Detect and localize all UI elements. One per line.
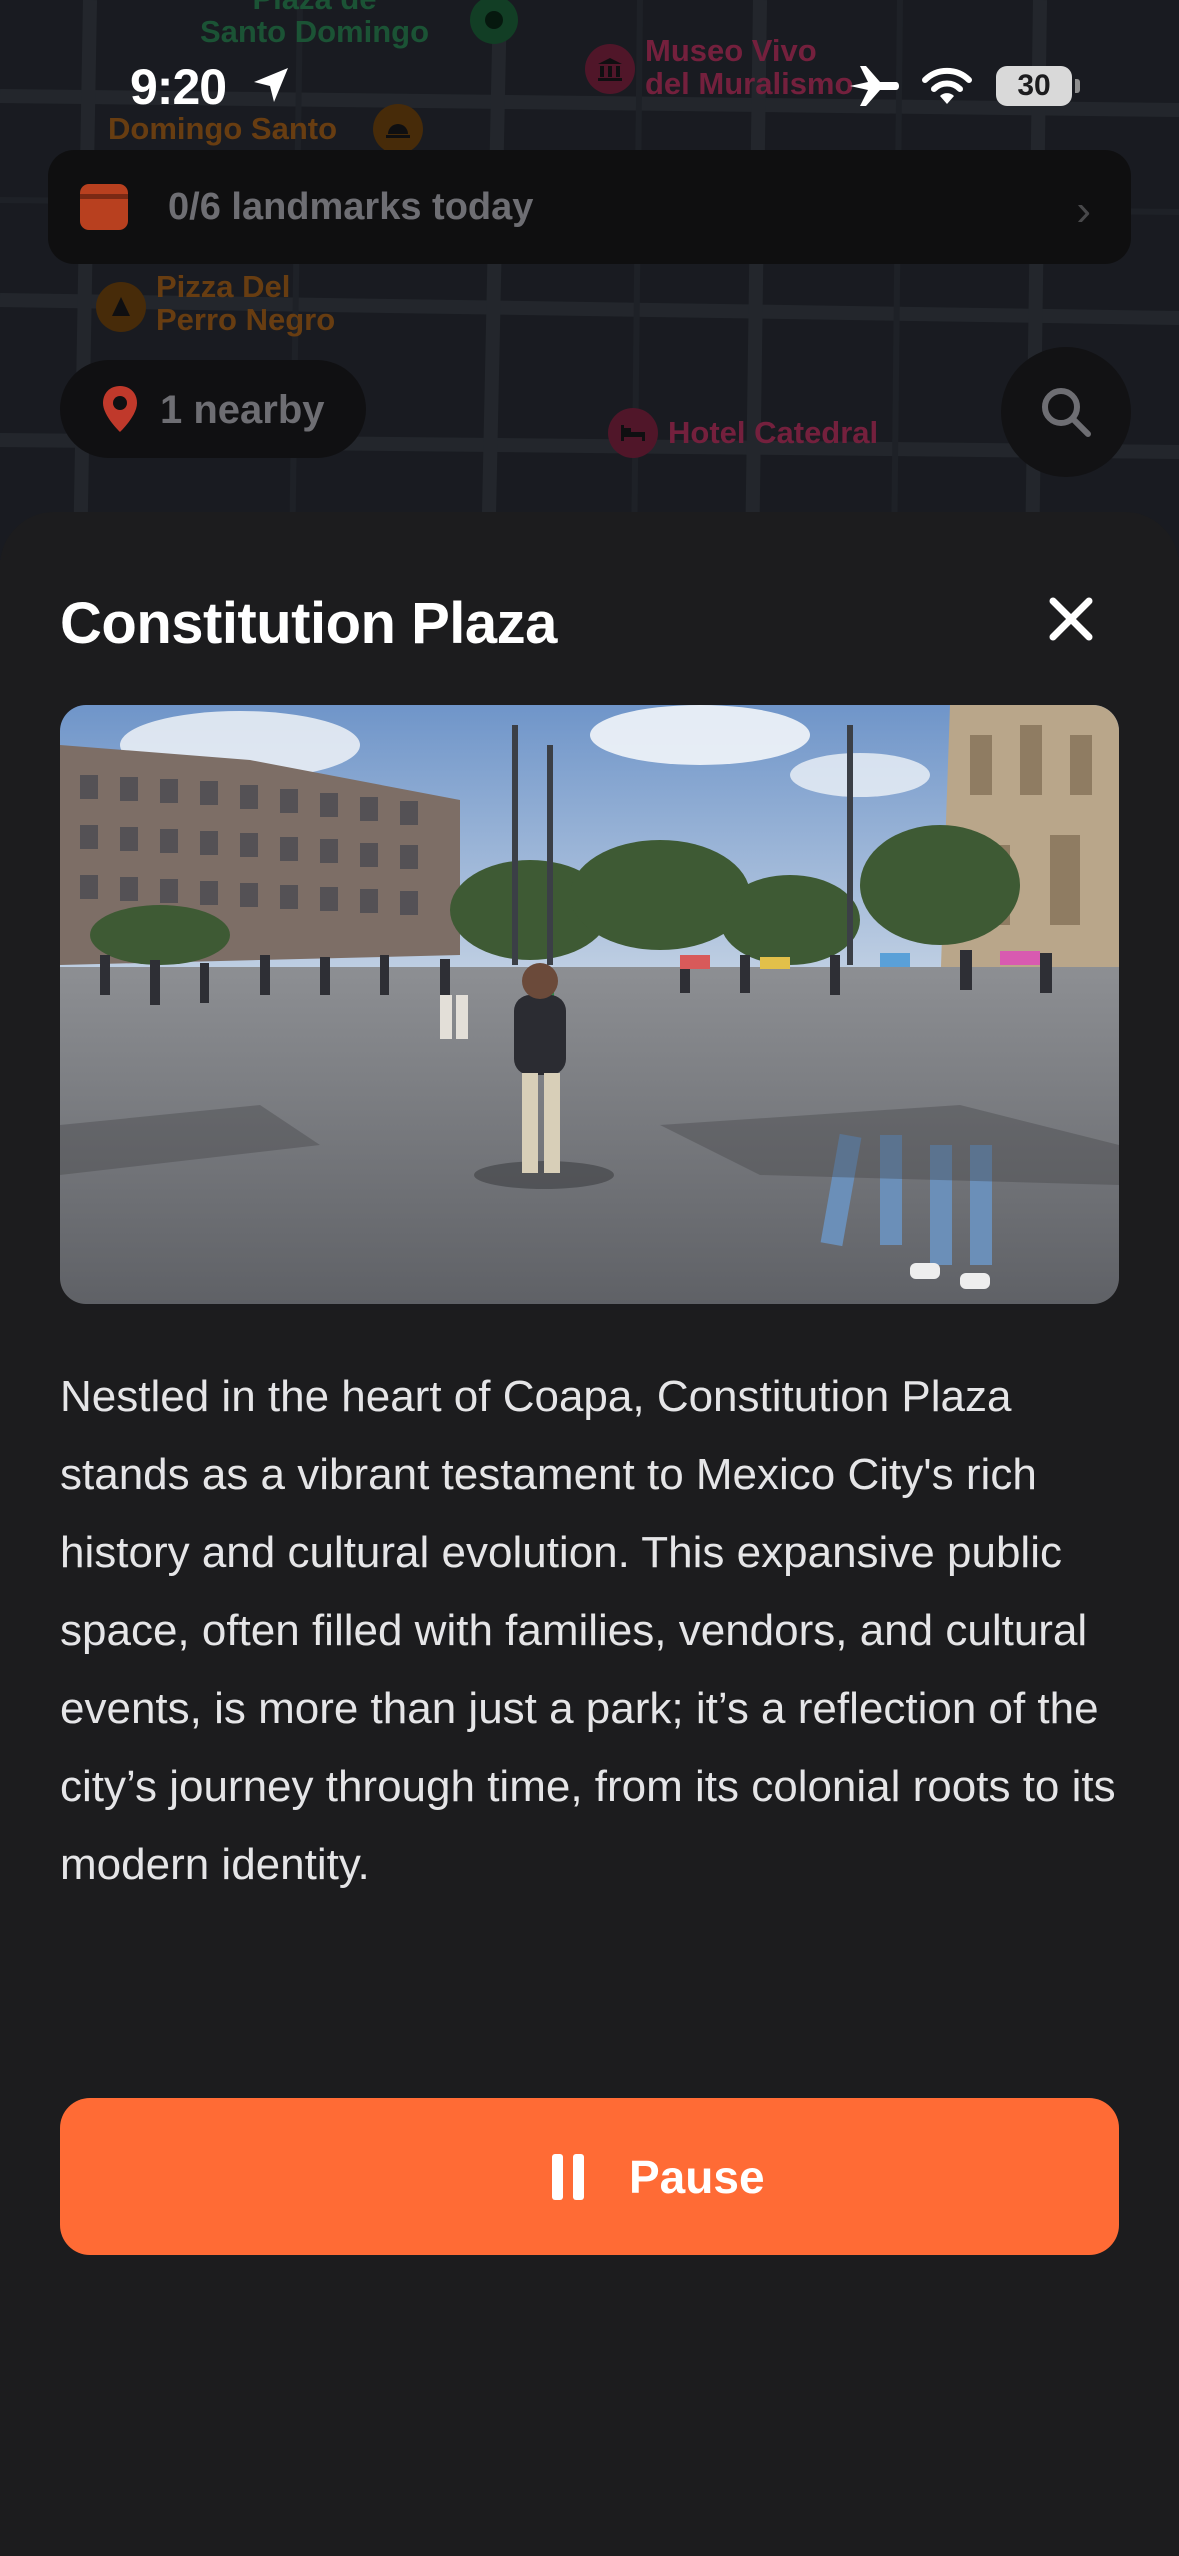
battery-level: 30 — [1017, 69, 1051, 102]
close-icon — [1049, 597, 1093, 641]
pause-icon — [552, 2154, 584, 2200]
location-arrow-icon — [254, 68, 288, 102]
wifi-icon — [922, 67, 972, 104]
search-button[interactable] — [1001, 347, 1131, 477]
airplane-icon — [850, 66, 899, 106]
close-button[interactable] — [1036, 584, 1106, 654]
pause-button[interactable]: Pause — [60, 2098, 1119, 2255]
app-screen: Plaza de Santo Domingo Museo Vivo del Mu… — [0, 0, 1179, 2556]
location-pin-icon — [103, 386, 137, 432]
battery-icon: 30 — [996, 66, 1072, 106]
battery-tip — [1075, 79, 1080, 93]
landmarks-progress-text: 0/6 landmarks today — [168, 186, 534, 228]
landmark-photo — [60, 705, 1119, 1304]
landmarks-progress-bar[interactable]: 0/6 landmarks today › — [48, 150, 1131, 264]
nearby-button[interactable]: 1 nearby — [60, 360, 366, 458]
chevron-right-icon: › — [1076, 186, 1091, 235]
status-bar: 9:20 30 — [0, 0, 1179, 150]
landmark-description: Nestled in the heart of Coapa, Constitut… — [60, 1372, 1116, 1889]
search-icon — [1042, 388, 1091, 437]
status-time: 9:20 — [130, 59, 227, 115]
nearby-count-label: 1 nearby — [160, 388, 325, 432]
calendar-icon — [80, 184, 128, 230]
pause-button-label: Pause — [629, 2151, 765, 2203]
landmark-detail-sheet: Constitution Plaza Nestled in the heart … — [0, 512, 1179, 2556]
sheet-title: Constitution Plaza — [60, 591, 557, 656]
